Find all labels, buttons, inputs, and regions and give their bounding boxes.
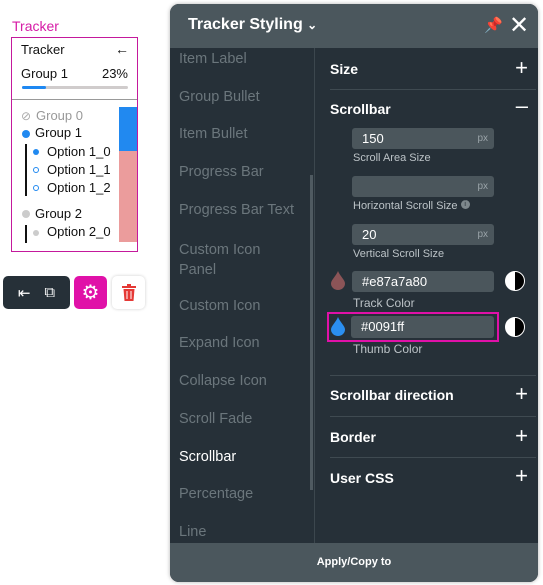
tracker-title: Tracker	[21, 42, 65, 57]
plus-icon[interactable]: +	[515, 383, 528, 405]
gear-icon[interactable]: ⚙	[74, 276, 107, 309]
nav-item[interactable]: Item Label	[179, 51, 247, 67]
option-1-2[interactable]: Option 1_2	[47, 180, 111, 195]
panel-title[interactable]: Tracker Styling ⌄	[188, 16, 317, 34]
option-1-0[interactable]: Option 1_0	[47, 144, 111, 159]
unit: px	[477, 133, 488, 144]
item-bullet-icon	[33, 167, 39, 173]
nav-scrollbar[interactable]	[310, 175, 313, 490]
scroll-area-size-input[interactable]: 150 px	[352, 128, 494, 149]
check-circle-icon: ⊘	[21, 109, 32, 123]
section-scrollbar[interactable]: Scrollbar	[330, 101, 391, 117]
plus-icon[interactable]: +	[515, 465, 528, 487]
toolbar-dark: ⇤ ⧉	[3, 276, 70, 309]
nav-item[interactable]: Item Bullet	[179, 126, 248, 142]
divider	[314, 48, 315, 543]
divider	[330, 416, 536, 417]
pin-icon[interactable]: 📌	[484, 16, 503, 34]
divider	[330, 89, 536, 90]
thumb-color-input[interactable]: #0091ff	[351, 316, 494, 338]
input-value: 150	[362, 131, 384, 146]
nav-item[interactable]: Custom Icon	[179, 298, 260, 314]
option-1-1[interactable]: Option 1_1	[47, 162, 111, 177]
align-left-icon[interactable]: ⇤	[18, 284, 31, 302]
close-icon[interactable]: ✕	[509, 11, 529, 40]
divider	[330, 457, 536, 458]
horizontal-scroll-size-input[interactable]: px	[352, 176, 494, 197]
item-bullet-icon	[33, 185, 39, 191]
unit: px	[477, 181, 488, 192]
nav-item[interactable]: Collapse Icon	[179, 373, 267, 389]
vertical-scroll-size-label: Vertical Scroll Size	[353, 248, 445, 260]
divider	[330, 375, 536, 376]
nav-item[interactable]: Custom Icon Panel	[179, 240, 289, 280]
droplet-icon[interactable]	[331, 317, 345, 336]
option-2-0[interactable]: Option 2_0	[47, 224, 111, 239]
widget-label: Tracker	[12, 18, 59, 34]
droplet-icon[interactable]	[331, 271, 345, 290]
scrollbar-thumb[interactable]	[119, 107, 137, 151]
nav-item[interactable]: Percentage	[179, 486, 253, 502]
section-border[interactable]: Border	[330, 429, 376, 445]
group-1[interactable]: Group 1	[35, 125, 82, 140]
thumb-color-label: Thumb Color	[353, 342, 423, 356]
progress-group: Group 1	[21, 66, 68, 81]
group-2[interactable]: Group 2	[35, 206, 82, 221]
progress-bar	[22, 86, 128, 89]
contrast-icon[interactable]	[505, 271, 525, 291]
nav-item[interactable]: Expand Icon	[179, 335, 260, 351]
arrow-left-icon[interactable]: ←	[115, 41, 129, 57]
item-bullet-icon	[33, 230, 39, 236]
nav-item[interactable]: Line	[179, 524, 206, 540]
apply-copy-button[interactable]: Apply/Copy to	[170, 543, 538, 582]
nav-item[interactable]: Scrollbar	[179, 449, 236, 465]
track-color-input[interactable]: #e87a7a80	[352, 271, 494, 292]
track-color-label: Track Color	[353, 296, 415, 310]
item-bullet-icon	[33, 149, 39, 155]
plus-icon[interactable]: +	[515, 425, 528, 447]
nav-item[interactable]: Scroll Fade	[179, 411, 252, 427]
contrast-icon[interactable]	[505, 317, 525, 337]
vertical-scroll-size-input[interactable]: 20 px	[352, 224, 494, 245]
nav-item[interactable]: Progress Bar Text	[179, 202, 294, 218]
group-bullet-icon	[22, 210, 30, 218]
minus-icon[interactable]: –	[516, 95, 528, 117]
scroll-area-size-label: Scroll Area Size	[353, 152, 431, 164]
section-size[interactable]: Size	[330, 61, 358, 77]
info-icon[interactable]: i	[460, 200, 470, 209]
tracker-widget[interactable]: Tracker ← Group 1 23% ⊘ Group 0 Group 1 …	[11, 37, 138, 252]
unit: px	[477, 229, 488, 240]
section-scrollbar-direction[interactable]: Scrollbar direction	[330, 387, 454, 403]
external-link-icon[interactable]: ⧉	[44, 284, 55, 301]
nav-item[interactable]: Progress Bar	[179, 164, 264, 180]
input-value: 20	[362, 227, 377, 242]
horizontal-scroll-size-label: Horizontal Scroll Size i	[353, 200, 470, 212]
chevron-down-icon[interactable]: ⌄	[307, 18, 317, 32]
section-user-css[interactable]: User CSS	[330, 470, 394, 486]
panel-header: Tracker Styling ⌄ 📌 ✕	[170, 4, 538, 48]
nav-item[interactable]: Group Bullet	[179, 89, 260, 105]
progress-fill	[22, 86, 47, 89]
divider	[12, 99, 137, 100]
progress-percent: 23%	[101, 66, 128, 81]
group-0[interactable]: Group 0	[36, 108, 83, 123]
trash-icon[interactable]	[112, 276, 145, 309]
label-text: Horizontal Scroll Size	[353, 200, 458, 212]
plus-icon[interactable]: +	[515, 57, 528, 79]
group-line	[25, 144, 27, 196]
panel-title-text: Tracker Styling	[188, 16, 303, 33]
group-line	[25, 225, 27, 243]
styling-panel: Tracker Styling ⌄ 📌 ✕ Item Label Group Bu…	[170, 4, 538, 582]
group-bullet-icon	[22, 130, 30, 138]
